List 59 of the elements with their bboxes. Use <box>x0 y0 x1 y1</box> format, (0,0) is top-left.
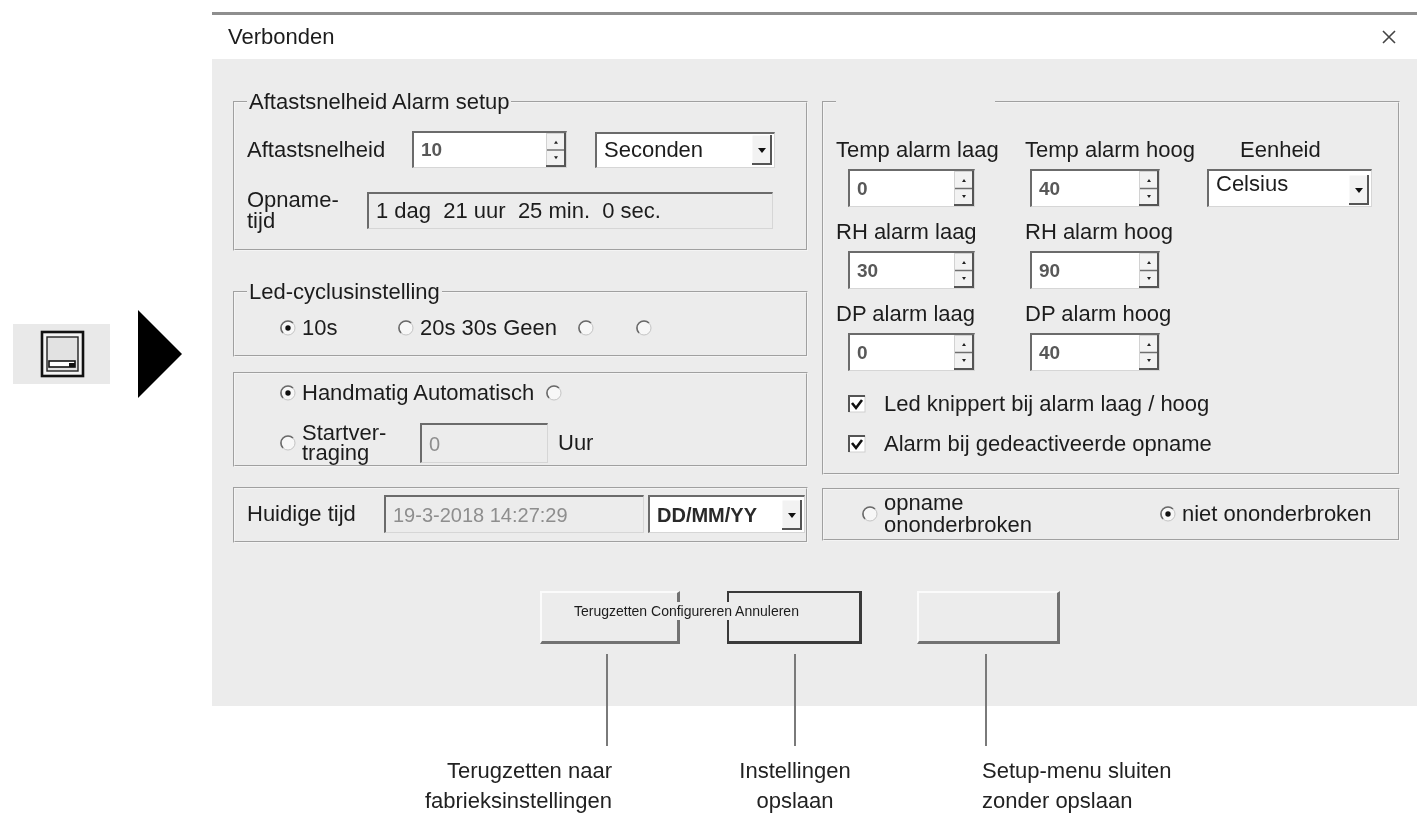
radio-button[interactable] <box>398 320 414 336</box>
callout-text: Setup-menu sluiten zonder opslaan <box>982 757 1173 815</box>
option-label: 10s <box>302 315 338 341</box>
spin-field[interactable]: 40 <box>1030 169 1160 207</box>
close-button[interactable] <box>1381 29 1397 45</box>
spin-field[interactable]: 0 <box>848 169 975 207</box>
option-label: 20s 30s Geen <box>420 315 557 341</box>
field-label: Aftastsnelheid <box>247 136 387 163</box>
field-label: DP alarm laag <box>836 303 976 325</box>
spin-field[interactable]: 90 <box>1030 251 1160 289</box>
callout-text: Terugzetten naar fabrieksinstellingen <box>423 757 612 815</box>
spin-field[interactable]: 40 <box>1030 333 1160 371</box>
field-label: Eenheid <box>1240 139 1322 161</box>
spin-arrows-icon[interactable] <box>954 253 974 288</box>
field-label: Opname-tijd <box>247 189 340 231</box>
option-label: opname ononderbroken <box>884 492 1033 536</box>
group-title: Led-cyclusinstelling <box>249 279 440 304</box>
readonly-field: 1 dag 21 uur 25 min. 0 sec. <box>367 191 773 229</box>
option-label: Startver-traging <box>302 423 388 463</box>
dialog-button[interactable] <box>917 591 1060 644</box>
spin-field[interactable]: 0 <box>848 333 975 371</box>
triangle-arrow-icon <box>138 310 182 398</box>
checkbox-label: Led knippert bij alarm laag / hoog <box>884 391 1210 417</box>
window-icon <box>13 324 110 384</box>
radio-button[interactable] <box>862 506 878 522</box>
dropdown[interactable]: Celsius <box>1207 169 1372 207</box>
window-title: Verbonden <box>228 24 335 50</box>
checkbox[interactable] <box>848 395 866 413</box>
callout-text: Instellingen opslaan <box>738 757 852 815</box>
radio-button[interactable] <box>578 320 594 336</box>
field-label: Temp alarm laag <box>836 139 1000 161</box>
button-captions: Terugzetten Configureren Annuleren <box>572 602 801 620</box>
spin-arrows-icon[interactable] <box>954 335 974 370</box>
radio-button[interactable] <box>1160 506 1176 522</box>
radio-button[interactable] <box>546 385 563 401</box>
radio-button[interactable] <box>280 320 296 336</box>
checkbox-label: Alarm bij gedeactiveerde opname <box>884 431 1212 457</box>
group-title: Aftastsnelheid Alarm setup <box>249 89 510 114</box>
dropdown[interactable]: Seconden <box>595 131 775 168</box>
spin-arrows-icon[interactable] <box>1139 253 1159 288</box>
radio-button[interactable] <box>280 435 296 451</box>
spin-arrows-icon[interactable] <box>1139 171 1159 206</box>
checkbox[interactable] <box>848 435 866 453</box>
spin-field[interactable]: 30 <box>848 251 975 289</box>
option-label: niet ononderbroken <box>1182 503 1372 525</box>
spin-arrows-icon[interactable] <box>954 171 974 206</box>
radio-button[interactable] <box>280 385 296 401</box>
field-label: RH alarm laag <box>836 221 978 243</box>
field-label: DP alarm hoog <box>1025 303 1173 325</box>
option-label: Handmatig Automatisch <box>302 380 535 406</box>
spin-field[interactable]: 10 <box>412 131 567 168</box>
field-label: RH alarm hoog <box>1025 221 1174 243</box>
spin-arrows-icon[interactable] <box>1139 335 1159 370</box>
field-label: Temp alarm hoog <box>1025 139 1196 161</box>
field-label: Huidige tijd <box>247 501 357 527</box>
radio-button[interactable] <box>636 320 652 336</box>
spin-arrows-icon[interactable] <box>546 133 566 167</box>
unit-label: Uur <box>558 430 594 456</box>
close-icon <box>1381 29 1397 45</box>
